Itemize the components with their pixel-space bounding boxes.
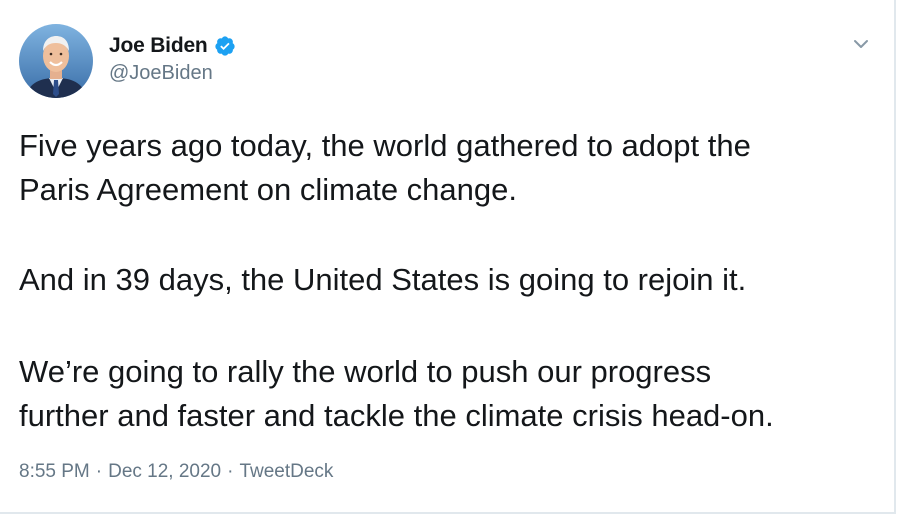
- tweet-card: Joe Biden @JoeBiden Five years ago today…: [0, 0, 896, 514]
- tweet-date[interactable]: Dec 12, 2020: [108, 461, 221, 483]
- tweet-source[interactable]: TweetDeck: [239, 461, 333, 483]
- chevron-down-icon[interactable]: [849, 32, 873, 56]
- name-row: Joe Biden: [109, 32, 236, 60]
- tweet-header: Joe Biden @JoeBiden: [19, 24, 879, 100]
- tweet-paragraph: And in 39 days, the United States is goi…: [19, 262, 747, 297]
- meta-separator: ·: [227, 461, 234, 482]
- avatar[interactable]: [19, 24, 93, 98]
- tweet-metadata: 8:55 PM · Dec 12, 2020 · TweetDeck: [19, 461, 333, 483]
- author-display-name[interactable]: Joe Biden: [109, 34, 208, 58]
- verified-badge-icon: [214, 35, 236, 57]
- tweet-paragraph: We’re going to rally the world to push o…: [19, 354, 774, 433]
- tweet-time[interactable]: 8:55 PM: [19, 461, 90, 483]
- author-handle[interactable]: @JoeBiden: [109, 62, 236, 85]
- meta-separator: ·: [95, 461, 103, 482]
- author-block: Joe Biden @JoeBiden: [109, 32, 236, 85]
- tweet-paragraph: Five years ago today, the world gathered…: [19, 128, 751, 207]
- avatar-image: [19, 24, 93, 98]
